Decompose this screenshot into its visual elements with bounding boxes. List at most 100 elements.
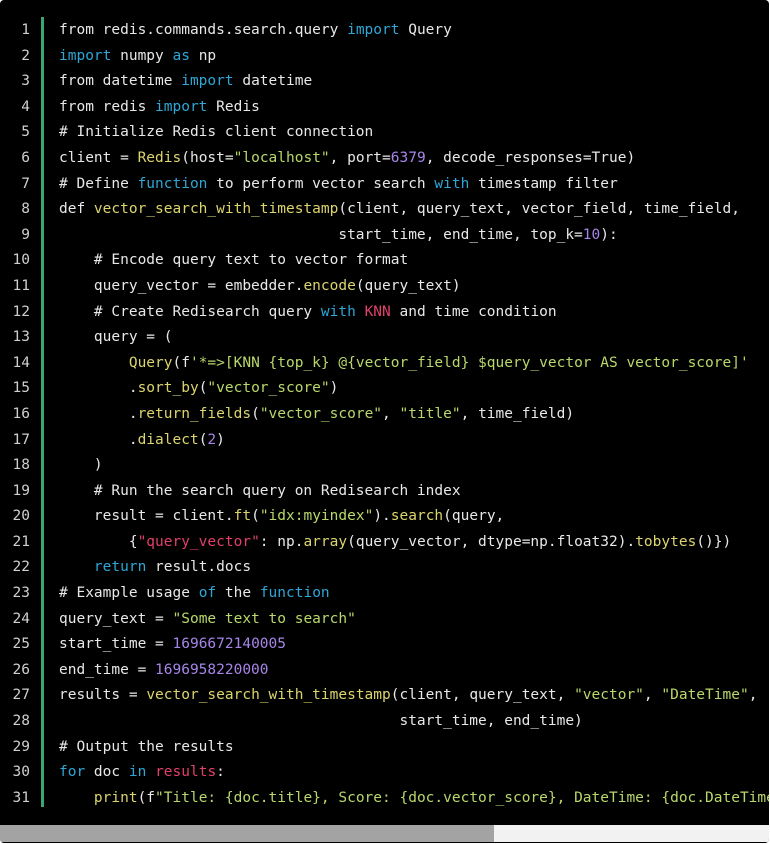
code-line: query_vector = embedder.encode(query_tex… xyxy=(59,274,769,300)
code-token: array xyxy=(303,533,348,550)
code-token: and time condition xyxy=(390,303,557,320)
code-token: # Create Redisearch query xyxy=(59,303,321,320)
code-token: (host= xyxy=(181,149,234,166)
code-token: # Encode query text to vector format xyxy=(59,252,409,269)
code-line: Query(f'*=>[KNN {top_k} @{vector_field} … xyxy=(59,351,769,377)
code-token: # Run the search query on Redisearch ind… xyxy=(59,482,461,499)
code-line: from datetime import datetime xyxy=(59,69,769,95)
code-line: return result.docs xyxy=(59,555,769,581)
code-token: query_text = xyxy=(59,610,173,627)
code-line: # Example usage of the function xyxy=(59,581,769,607)
code-token: numpy xyxy=(111,47,173,64)
code-token: to perform vector search xyxy=(207,175,435,192)
code-token: ) xyxy=(329,380,339,397)
line-number: 1 xyxy=(21,22,30,38)
code-token: 1696672140005 xyxy=(172,636,287,653)
code-token: from redis xyxy=(59,98,156,115)
code-token: return xyxy=(93,559,147,576)
code-token: ). xyxy=(373,508,391,525)
code-token: datetime xyxy=(233,73,313,90)
code-line: .sort_by("vector_score") xyxy=(59,376,769,402)
code-token: in xyxy=(128,764,147,781)
code-token: ( xyxy=(251,405,260,422)
code-token: , xyxy=(382,405,400,422)
code-token: (client, query_text, xyxy=(390,687,575,704)
code-token: as xyxy=(172,47,190,64)
code-token: , port= xyxy=(329,149,391,166)
line-number-gutter: 1 2 3 4 5 6 7 8 9 10 11 12 13 14 15 16 17 18 19 20 21 22 23 24 2… xyxy=(0,18,42,811)
code-token: def xyxy=(59,201,94,218)
code-token: start_time, end_time) xyxy=(59,713,583,730)
line-number: 11 xyxy=(12,277,30,294)
code-token: "vector_score" xyxy=(259,405,383,422)
code-token: start_time, end_time, top_k= xyxy=(59,226,583,243)
horizontal-scrollbar[interactable] xyxy=(0,825,769,842)
code-token: np xyxy=(189,47,217,64)
line-number: 17 xyxy=(12,431,30,448)
code-token: for xyxy=(59,764,86,781)
code-token: (client, query_text, vector_field, time_… xyxy=(338,201,740,218)
line-number: 3 xyxy=(21,73,30,90)
code-token: "Title: {doc.title}, Score: {doc.vector_… xyxy=(155,789,769,806)
code-token: # Output the results xyxy=(59,738,234,755)
code-token: import xyxy=(347,22,400,38)
line-number: 14 xyxy=(12,354,30,371)
scrollbar-thumb[interactable] xyxy=(0,825,494,842)
code-line: print(f"Title: {doc.title}, Score: {doc.… xyxy=(59,786,769,812)
line-number: 6 xyxy=(21,149,30,166)
code-token: (query, xyxy=(443,508,505,525)
line-number: 10 xyxy=(12,252,30,269)
code-token: . xyxy=(59,431,138,448)
code-token: : np. xyxy=(259,533,304,550)
code-token: vector_search_with_timestamp xyxy=(93,201,339,218)
code-token: end_time = xyxy=(59,661,156,678)
code-line: start_time = 1696672140005 xyxy=(59,632,769,658)
code-token: query_vector = embedder. xyxy=(59,277,304,294)
code-line: from redis import Redis xyxy=(59,95,769,121)
code-token: # Initialize Redis client connection xyxy=(59,124,374,141)
code-token: "vector" xyxy=(574,687,644,704)
code-token: Redis xyxy=(207,98,260,115)
line-number: 22 xyxy=(12,559,30,576)
code-line: query = ( xyxy=(59,325,769,351)
line-number: 31 xyxy=(12,789,30,806)
code-line: start_time, end_time) xyxy=(59,709,769,735)
code-line: def vector_search_with_timestamp(client,… xyxy=(59,197,769,223)
code-token: doc xyxy=(85,764,129,781)
code-token: results = xyxy=(59,687,147,704)
code-token: vector_search_with_timestamp xyxy=(146,687,391,704)
code-token: (f xyxy=(137,789,156,806)
code-token: the xyxy=(216,585,260,602)
code-token: Query xyxy=(128,354,173,371)
line-number: 24 xyxy=(12,610,30,627)
code-token: ()}) xyxy=(696,533,732,550)
code-token: Redis xyxy=(137,149,182,166)
line-number: 15 xyxy=(12,380,30,397)
line-number: 7 xyxy=(21,175,30,192)
code-token: , time_field) xyxy=(460,405,575,422)
code-line: results = vector_search_with_timestamp(c… xyxy=(59,683,769,709)
code-token: ) xyxy=(216,431,225,448)
code-token: from datetime xyxy=(59,73,182,90)
code-line: # Initialize Redis client connection xyxy=(59,120,769,146)
code-token: '*=>[KNN {top_k} @{vector_field} $query_… xyxy=(189,354,749,371)
code-token: "vector_score" xyxy=(207,380,330,397)
code-line: # Define function to perform vector sear… xyxy=(59,172,769,198)
code-token: result = client. xyxy=(59,508,234,525)
code-token: Query xyxy=(399,22,452,38)
line-number: 8 xyxy=(21,201,30,218)
code-token: , xyxy=(643,687,662,704)
code-token: # Example usage xyxy=(59,585,199,602)
code-line: .return_fields("vector_score", "title", … xyxy=(59,402,769,428)
code-line: client = Redis(host="localhost", port=63… xyxy=(59,146,769,172)
code-line: query_text = "Some text to search" xyxy=(59,607,769,633)
line-number: 23 xyxy=(12,585,30,602)
code-token: ) xyxy=(59,457,103,474)
code-token: encode xyxy=(303,277,356,294)
code-token: return_fields xyxy=(137,405,252,422)
code-token: # Define xyxy=(59,175,138,192)
line-number: 26 xyxy=(12,661,30,678)
code-line: .dialect(2) xyxy=(59,428,769,454)
